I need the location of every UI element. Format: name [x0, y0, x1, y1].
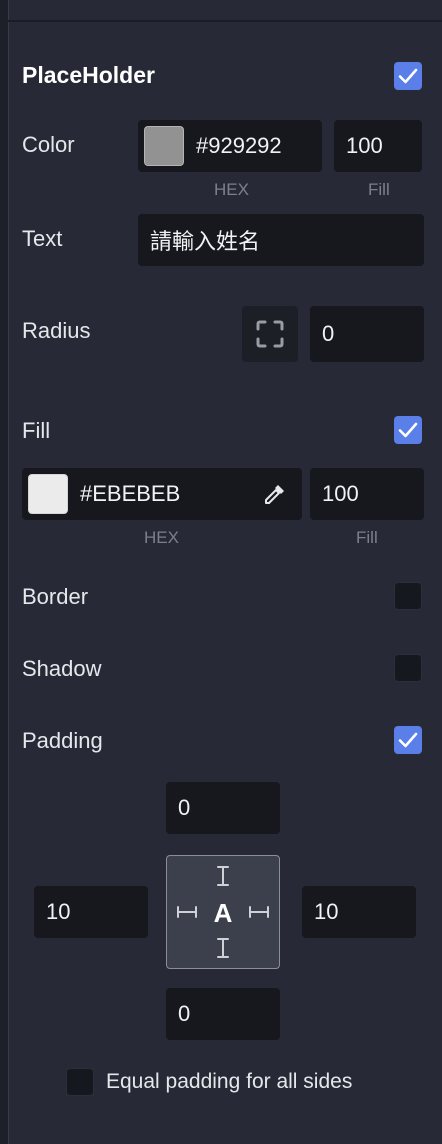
- padding-right-value: 10: [314, 899, 339, 924]
- radius-corners-button[interactable]: [242, 306, 298, 362]
- placeholder-text-input[interactable]: 請輸入姓名: [138, 214, 424, 266]
- padding-label: Padding: [22, 728, 103, 753]
- padding-checkbox[interactable]: [394, 726, 422, 754]
- fill-fill-caption: Fill: [356, 528, 378, 547]
- panel-top-divider: [8, 20, 442, 22]
- padding-center-glyph: A: [213, 898, 233, 928]
- border-label: Border: [22, 584, 89, 609]
- color-fill-value: 100: [346, 133, 383, 158]
- placeholder-text-value: 請輸入姓名: [150, 230, 261, 255]
- fill-hex-value: #EBEBEB: [80, 481, 181, 506]
- color-fill-input[interactable]: 100: [334, 120, 422, 172]
- padding-left-input[interactable]: 10: [34, 886, 148, 938]
- placeholder-checkbox[interactable]: [394, 62, 422, 90]
- padding-preview: A: [166, 855, 280, 969]
- radius-value: 0: [322, 321, 335, 346]
- panel-left-border: [0, 0, 9, 1144]
- radius-label: Radius: [22, 318, 91, 343]
- border-checkbox[interactable]: [394, 582, 422, 610]
- color-fill-caption: Fill: [368, 180, 390, 199]
- padding-bottom-input[interactable]: 0: [166, 988, 280, 1040]
- shadow-label: Shadow: [22, 656, 102, 681]
- color-label: Color: [22, 132, 75, 157]
- equal-padding-label[interactable]: Equal padding for all sides: [106, 1070, 352, 1094]
- color-hex-field[interactable]: #929292: [138, 120, 322, 172]
- fill-checkbox[interactable]: [394, 416, 422, 444]
- fill-label: Fill: [22, 418, 51, 443]
- fill-color-swatch[interactable]: [28, 474, 68, 514]
- eyedropper-icon[interactable]: [262, 481, 288, 507]
- fill-opacity-input[interactable]: 100: [310, 468, 424, 520]
- radius-input[interactable]: 0: [310, 306, 424, 362]
- padding-top-value: 0: [178, 795, 191, 820]
- fill-opacity-value: 100: [322, 481, 359, 506]
- corners-icon: [256, 320, 284, 348]
- shadow-checkbox[interactable]: [394, 654, 422, 682]
- padding-left-value: 10: [46, 899, 71, 924]
- placeholder-title: PlaceHolder: [22, 62, 155, 88]
- color-hex-value: #929292: [196, 133, 282, 158]
- equal-padding-checkbox[interactable]: [66, 1068, 94, 1096]
- check-icon: [398, 732, 418, 748]
- check-icon: [398, 422, 418, 438]
- color-hex-caption: HEX: [214, 180, 249, 199]
- fill-hex-caption: HEX: [144, 528, 179, 547]
- padding-right-input[interactable]: 10: [302, 886, 416, 938]
- fill-hex-field[interactable]: #EBEBEB: [22, 468, 302, 520]
- color-swatch[interactable]: [144, 126, 184, 166]
- text-label: Text: [22, 226, 63, 251]
- check-icon: [398, 68, 418, 84]
- padding-bottom-value: 0: [178, 1001, 191, 1026]
- padding-top-input[interactable]: 0: [166, 782, 280, 834]
